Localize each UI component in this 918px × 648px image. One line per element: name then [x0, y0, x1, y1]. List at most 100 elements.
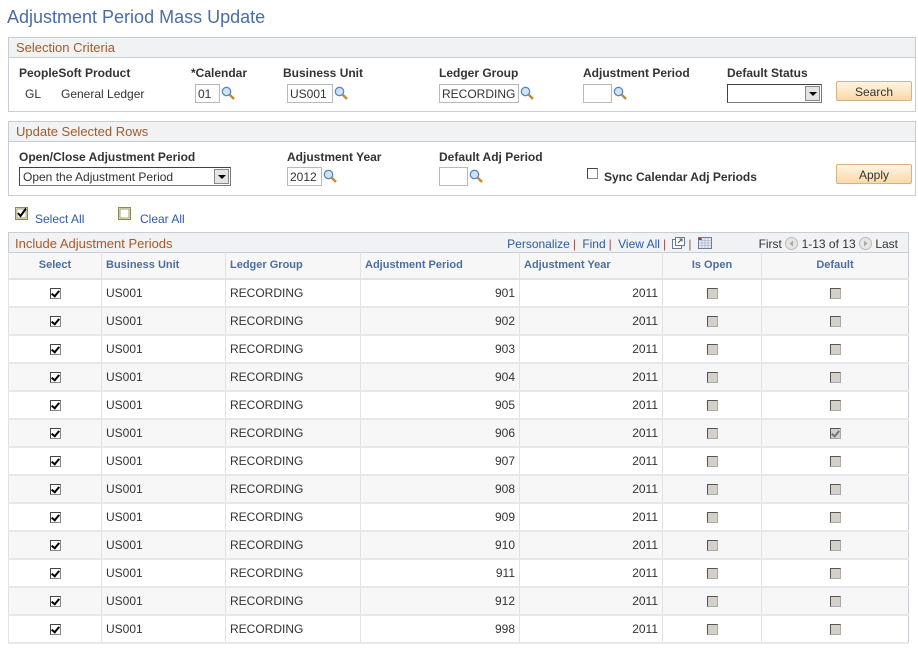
- default-status-select[interactable]: [727, 84, 822, 103]
- row-select-checkbox[interactable]: [49, 287, 61, 299]
- default-checkbox: [829, 455, 841, 467]
- row-select-checkbox[interactable]: [49, 539, 61, 551]
- adjustment-period-cell: 903: [360, 334, 520, 364]
- first-label: First: [758, 237, 782, 251]
- default-adj-period-input[interactable]: [439, 167, 468, 186]
- row-select-checkbox[interactable]: [49, 595, 61, 607]
- select-all-icon[interactable]: [15, 207, 28, 220]
- business-unit-cell: US001: [101, 390, 226, 420]
- adjustment-periods-grid: Select Business Unit Ledger Group Adjust…: [8, 252, 909, 644]
- adjustment-year-input[interactable]: [287, 167, 322, 186]
- row-select-checkbox[interactable]: [49, 399, 61, 411]
- personalize-link[interactable]: Personalize: [507, 237, 570, 251]
- clear-all-link[interactable]: Clear All: [140, 212, 185, 226]
- download-spreadsheet-icon[interactable]: [697, 237, 712, 249]
- default-checkbox: [829, 399, 841, 411]
- table-row: US001 RECORDING 901 2011: [8, 278, 909, 308]
- adjustment-period-cell: 911: [360, 558, 520, 588]
- open-close-select[interactable]: Open the Adjustment Period: [19, 167, 231, 186]
- default-checkbox: [829, 343, 841, 355]
- ledger-group-label: Ledger Group: [439, 66, 519, 80]
- ledger-group-input[interactable]: [439, 84, 519, 103]
- chevron-down-icon[interactable]: [805, 86, 820, 101]
- default-checkbox: [829, 315, 841, 327]
- page-title: Adjustment Period Mass Update: [7, 7, 266, 27]
- view-all-link[interactable]: View All: [618, 237, 660, 251]
- row-select-checkbox[interactable]: [49, 623, 61, 635]
- row-select-checkbox[interactable]: [49, 343, 61, 355]
- business-unit-lookup-icon[interactable]: [334, 86, 348, 100]
- new-window-icon[interactable]: [672, 237, 686, 249]
- adjustment-period-lookup-icon[interactable]: [613, 86, 627, 100]
- select-all-link[interactable]: Select All: [35, 212, 84, 226]
- row-select-checkbox[interactable]: [49, 511, 61, 523]
- is-open-checkbox: [706, 623, 718, 635]
- adjustment-period-input[interactable]: [583, 84, 612, 103]
- search-button[interactable]: Search: [836, 81, 912, 101]
- select-cell: [8, 502, 102, 532]
- default-cell: [761, 278, 909, 308]
- table-row: US001 RECORDING 904 2011: [8, 362, 909, 392]
- table-row: US001 RECORDING 908 2011: [8, 474, 909, 504]
- ledger-group-cell: RECORDING: [225, 502, 361, 532]
- select-cell: [8, 614, 102, 644]
- business-unit-input[interactable]: [287, 84, 333, 103]
- product-label: PeopleSoft Product: [19, 66, 131, 80]
- row-select-checkbox[interactable]: [49, 455, 61, 467]
- is-open-checkbox: [706, 483, 718, 495]
- update-rows-header: Update Selected Rows: [9, 122, 915, 142]
- row-select-checkbox[interactable]: [49, 427, 61, 439]
- open-close-label: Open/Close Adjustment Period: [19, 150, 196, 164]
- adjustment-year-cell: 2011: [519, 334, 663, 364]
- is-open-cell: [662, 558, 762, 588]
- select-cell: [8, 586, 102, 616]
- default-checkbox: [829, 287, 841, 299]
- adjustment-year-cell: 2011: [519, 418, 663, 448]
- row-select-checkbox[interactable]: [49, 371, 61, 383]
- business-unit-cell: US001: [101, 334, 226, 364]
- grid-navigation: Personalize | Find | View All | | First 1-1…: [507, 237, 898, 251]
- apply-button[interactable]: Apply: [836, 164, 912, 184]
- table-row: US001 RECORDING 906 2011: [8, 418, 909, 448]
- find-link[interactable]: Find: [582, 237, 605, 251]
- adjustment-year-cell: 2011: [519, 614, 663, 644]
- grid-title: Include Adjustment Periods: [15, 236, 173, 251]
- is-open-cell: [662, 418, 762, 448]
- default-checkbox: [829, 567, 841, 579]
- select-cell: [8, 530, 102, 560]
- business-unit-cell: US001: [101, 474, 226, 504]
- adjustment-year-cell: 2011: [519, 362, 663, 392]
- business-unit-cell: US001: [101, 614, 226, 644]
- business-unit-cell: US001: [101, 278, 226, 308]
- clear-all-icon[interactable]: [118, 207, 131, 220]
- default-checkbox: [829, 511, 841, 523]
- ledger-group-cell: RECORDING: [225, 586, 361, 616]
- select-cell: [8, 446, 102, 476]
- is-open-checkbox: [706, 567, 718, 579]
- adjustment-period-cell: 904: [360, 362, 520, 392]
- default-checkbox: [829, 483, 841, 495]
- previous-icon[interactable]: [785, 237, 799, 250]
- default-cell: [761, 362, 909, 392]
- product-name: General Ledger: [61, 87, 145, 101]
- is-open-cell: [662, 278, 762, 308]
- ledger-group-cell: RECORDING: [225, 334, 361, 364]
- calendar-input[interactable]: [195, 84, 220, 103]
- row-select-checkbox[interactable]: [49, 567, 61, 579]
- adjustment-year-cell: 2011: [519, 558, 663, 588]
- ledger-group-lookup-icon[interactable]: [520, 86, 534, 100]
- calendar-lookup-icon[interactable]: [221, 86, 235, 100]
- next-icon[interactable]: [858, 237, 872, 250]
- default-adj-period-lookup-icon[interactable]: [469, 169, 483, 183]
- product-code: GL: [25, 87, 42, 101]
- ledger-group-cell: RECORDING: [225, 614, 361, 644]
- default-checkbox: [829, 595, 841, 607]
- row-select-checkbox[interactable]: [49, 483, 61, 495]
- select-cell: [8, 390, 102, 420]
- chevron-down-icon[interactable]: [214, 169, 229, 184]
- row-select-checkbox[interactable]: [49, 315, 61, 327]
- adjustment-year-lookup-icon[interactable]: [323, 169, 337, 183]
- open-close-value: Open the Adjustment Period: [23, 170, 174, 184]
- is-open-checkbox: [706, 371, 718, 383]
- sync-calendar-checkbox[interactable]: [587, 168, 598, 179]
